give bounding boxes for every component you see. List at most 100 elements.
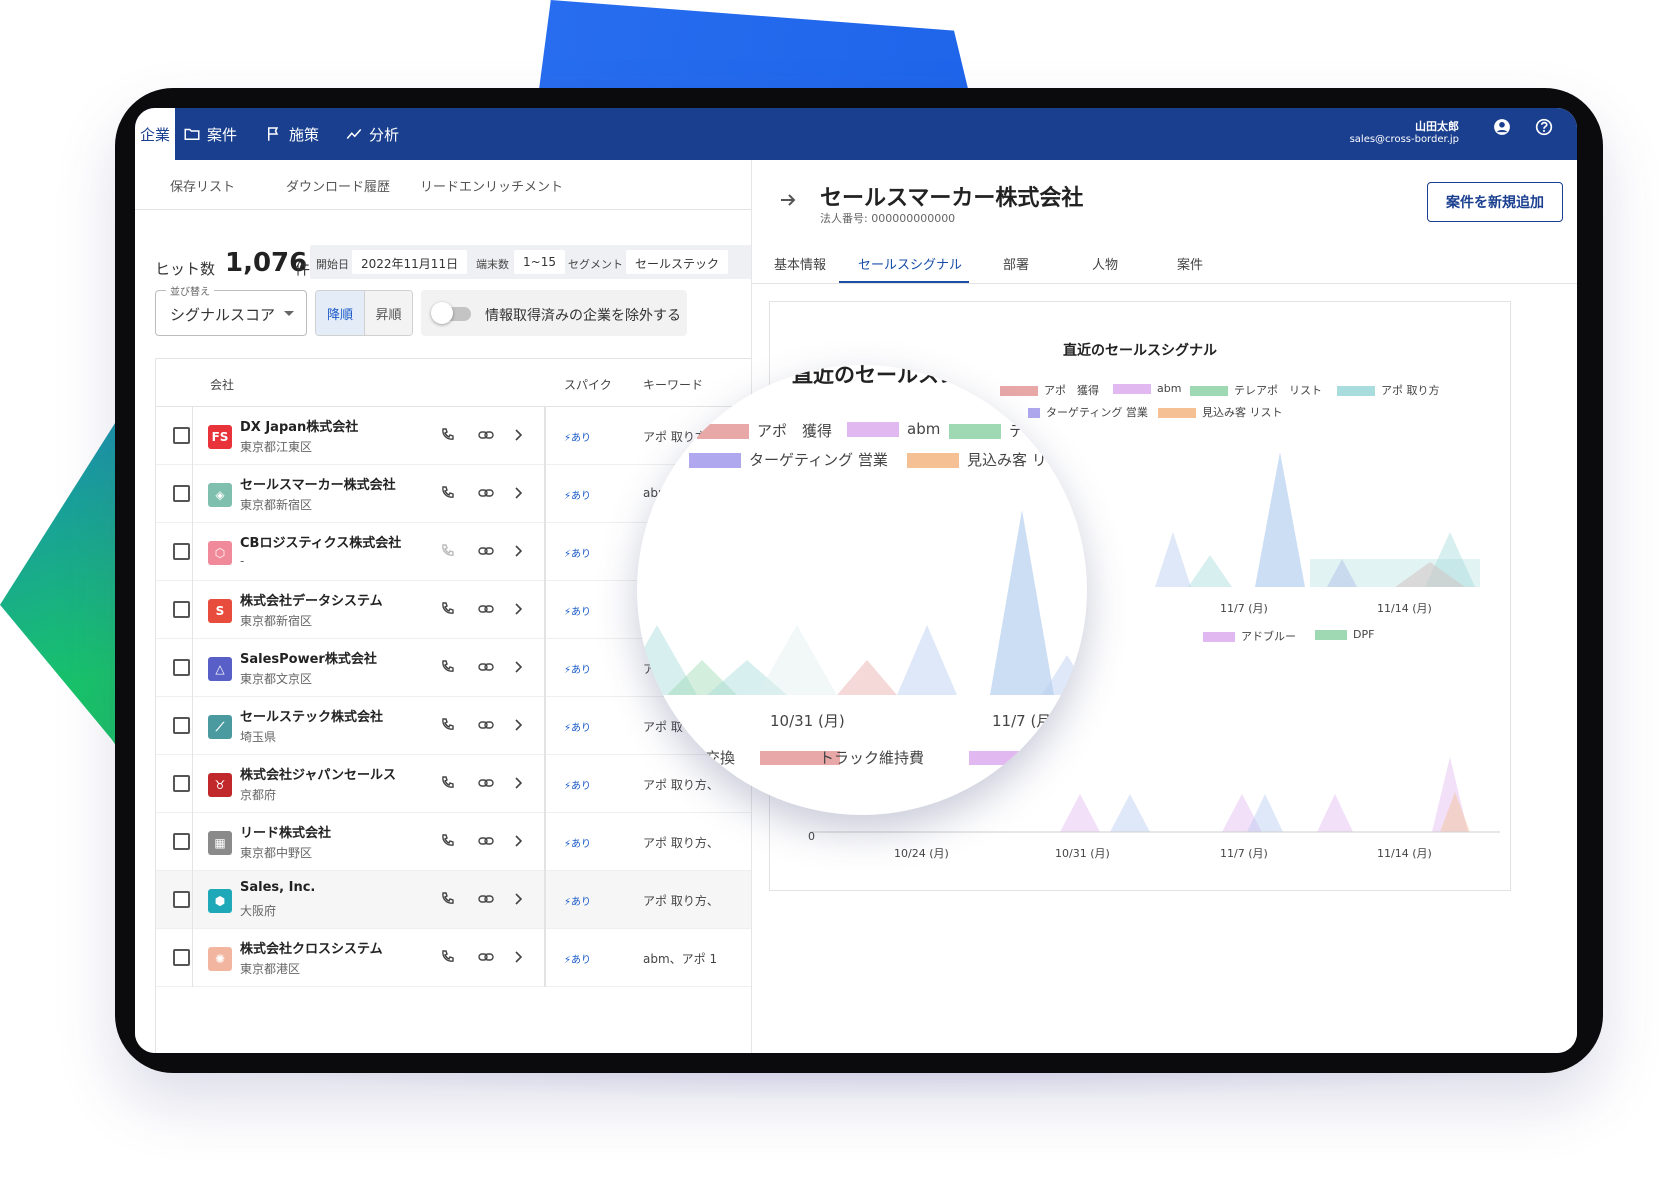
account-icon[interactable] xyxy=(1493,118,1511,136)
company-name[interactable]: CBロジスティクス株式会社 xyxy=(240,532,401,551)
row-checkbox[interactable] xyxy=(173,427,190,444)
link-icon[interactable] xyxy=(478,601,494,617)
legend-swatch xyxy=(1190,386,1228,396)
phone-icon[interactable] xyxy=(440,427,456,443)
row-checkbox[interactable] xyxy=(173,659,190,676)
legend-label: DPF xyxy=(1353,628,1375,641)
legend-item[interactable]: 見込み客 リスト xyxy=(1158,404,1283,420)
exclude-acquired-toggle[interactable]: 情報取得済みの企業を除外する xyxy=(421,290,687,336)
column-divider xyxy=(544,929,546,987)
sub-tabs: 保存リスト ダウンロード履歴 リードエンリッチメント xyxy=(135,160,751,210)
phone-icon[interactable] xyxy=(440,601,456,617)
phone-icon[interactable] xyxy=(440,833,456,849)
filter-segment-chip[interactable]: セールステック xyxy=(626,250,729,274)
magnifier-lens: 直近のセールスシ アポ 獲得 abm テターゲティング 営業 見込み客 リ 10/31… xyxy=(637,365,1087,815)
sort-select[interactable]: 並び替え シグナルスコア xyxy=(155,283,307,336)
company-name[interactable]: 株式会社データシステム xyxy=(240,590,383,609)
add-deal-button[interactable]: 案件を新規追加 xyxy=(1427,182,1563,222)
row-checkbox[interactable] xyxy=(173,601,190,618)
row-checkbox[interactable] xyxy=(173,485,190,502)
nav-tab-companies[interactable]: 企業 xyxy=(135,108,175,160)
lightning-icon: ⚡ xyxy=(564,897,572,908)
link-icon[interactable] xyxy=(478,833,494,849)
keyword-cell: アポ 取り方、 xyxy=(643,778,719,792)
phone-icon[interactable] xyxy=(440,659,456,675)
company-name[interactable]: リード株式会社 xyxy=(240,822,331,841)
row-checkbox[interactable] xyxy=(173,775,190,792)
phone-icon[interactable] xyxy=(440,949,456,965)
legend-item[interactable]: テレアポ リスト xyxy=(1190,382,1322,398)
sort-asc-button[interactable]: 昇順 xyxy=(363,291,412,335)
row-checkbox[interactable] xyxy=(173,891,190,908)
table-row[interactable]: ✺ 株式会社クロスシステム 東京都港区 ⚡あり abm、アポ 1 xyxy=(156,929,751,987)
company-name[interactable]: セールステック株式会社 xyxy=(240,706,383,725)
link-icon[interactable] xyxy=(478,717,494,733)
company-name[interactable]: Sales, Inc. xyxy=(240,880,315,895)
magnifier-legend-item: アポ 獲得 xyxy=(697,420,832,441)
chevron-right-icon[interactable] xyxy=(510,891,526,907)
link-icon[interactable] xyxy=(478,427,494,443)
company-logo: ⬢ xyxy=(208,889,232,913)
legend-item[interactable]: ターゲティング 営業 xyxy=(1028,404,1148,420)
chevron-right-icon[interactable] xyxy=(510,659,526,675)
phone-icon[interactable] xyxy=(440,891,456,907)
nav-tab-campaigns[interactable]: 施策 xyxy=(265,108,319,160)
company-name[interactable]: DX Japan株式会社 xyxy=(240,416,358,435)
company-name[interactable]: SalesPower株式会社 xyxy=(240,648,377,667)
subtab-lead-enrichment[interactable]: リードエンリッチメント xyxy=(420,176,563,195)
sort-desc-button[interactable]: 降順 xyxy=(316,291,364,335)
legend-item[interactable]: アポ 取り方 xyxy=(1337,382,1440,398)
row-divider xyxy=(192,465,193,523)
link-icon[interactable] xyxy=(478,659,494,675)
row-checkbox[interactable] xyxy=(173,717,190,734)
table-row[interactable]: FS DX Japan株式会社 東京都江東区 ⚡あり アポ 取り方 xyxy=(156,407,751,465)
phone-icon[interactable] xyxy=(440,717,456,733)
chevron-right-icon[interactable] xyxy=(510,717,526,733)
filter-start-chip[interactable]: 2022年11月11日 xyxy=(352,250,468,274)
table-row[interactable]: ⬢ Sales, Inc. 大阪府 ⚡あり アポ 取り方、 xyxy=(156,871,751,929)
subtab-download-history[interactable]: ダウンロード履歴 xyxy=(286,176,390,195)
link-icon[interactable] xyxy=(478,485,494,501)
table-row[interactable]: ▦ リード株式会社 東京都中野区 ⚡あり アポ 取り方、 xyxy=(156,813,751,871)
link-icon[interactable] xyxy=(478,891,494,907)
phone-icon[interactable] xyxy=(440,543,456,559)
row-checkbox[interactable] xyxy=(173,833,190,850)
legend-item[interactable]: アポ 獲得 xyxy=(1000,382,1099,398)
row-checkbox[interactable] xyxy=(173,543,190,560)
company-name[interactable]: 株式会社クロスシステム xyxy=(240,938,383,957)
arrow-right-icon[interactable] xyxy=(778,190,798,210)
link-icon[interactable] xyxy=(478,543,494,559)
chevron-right-icon[interactable] xyxy=(510,833,526,849)
active-tab-indicator xyxy=(839,281,969,283)
row-checkbox[interactable] xyxy=(173,949,190,966)
nav-tab-analytics[interactable]: 分析 xyxy=(345,108,399,160)
chevron-right-icon[interactable] xyxy=(510,601,526,617)
tab-basic-info[interactable]: 基本情報 xyxy=(774,254,826,273)
filter-terminals-chip[interactable]: 1~15 xyxy=(514,250,565,274)
subtab-saved-list[interactable]: 保存リスト xyxy=(170,176,235,195)
tab-departments[interactable]: 部署 xyxy=(1003,254,1029,273)
legend-item[interactable]: abm xyxy=(1113,382,1181,395)
legend-item[interactable]: アドブルー xyxy=(1203,628,1296,644)
help-icon[interactable] xyxy=(1535,118,1553,136)
tab-sales-signal[interactable]: セールスシグナル xyxy=(858,254,962,273)
tab-people[interactable]: 人物 xyxy=(1092,254,1118,273)
link-icon[interactable] xyxy=(478,949,494,965)
x-tick-label: 10/24 (月) xyxy=(894,847,949,860)
chevron-right-icon[interactable] xyxy=(510,775,526,791)
company-name[interactable]: 株式会社ジャパンセールス xyxy=(240,764,396,783)
tab-deals[interactable]: 案件 xyxy=(1177,254,1203,273)
phone-icon[interactable] xyxy=(440,485,456,501)
phone-icon[interactable] xyxy=(440,775,456,791)
chevron-right-icon[interactable] xyxy=(510,949,526,965)
chevron-right-icon[interactable] xyxy=(510,427,526,443)
company-name[interactable]: セールスマーカー株式会社 xyxy=(240,474,396,493)
table-row[interactable]: ♉ 株式会社ジャパンセールス 京都府 ⚡あり アポ 取り方、 xyxy=(156,755,751,813)
table-row[interactable]: ⟋ セールステック株式会社 埼玉県 ⚡あり アポ 取 xyxy=(156,697,751,755)
chevron-right-icon[interactable] xyxy=(510,543,526,559)
legend-item[interactable]: DPF xyxy=(1315,628,1374,641)
link-icon[interactable] xyxy=(478,775,494,791)
nav-tab-deals[interactable]: 案件 xyxy=(183,108,237,160)
chevron-right-icon[interactable] xyxy=(510,485,526,501)
legend-label: アドブルー xyxy=(1241,630,1296,643)
